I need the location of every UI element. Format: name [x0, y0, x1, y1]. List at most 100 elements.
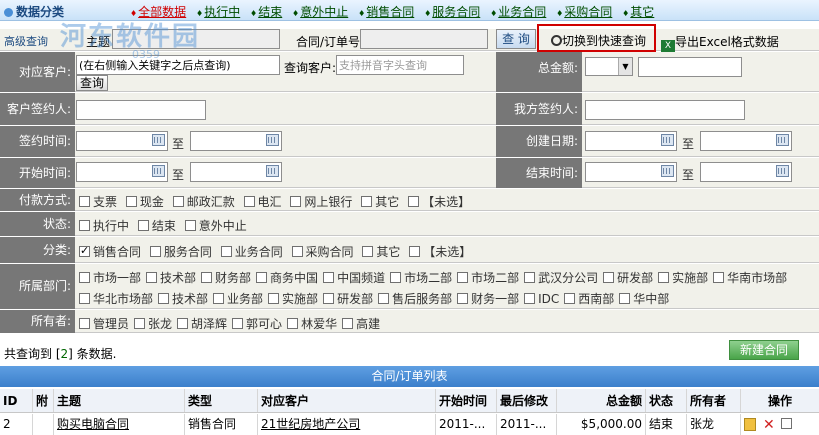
status-checkbox[interactable] — [79, 220, 90, 231]
edit-icon[interactable] — [744, 418, 756, 431]
department-checkbox[interactable] — [619, 293, 631, 304]
col-last-modified[interactable]: 最后修改 — [497, 389, 557, 412]
col-id[interactable]: ID — [0, 389, 33, 412]
start-date-from[interactable] — [76, 162, 168, 182]
payment-checkbox[interactable] — [243, 196, 255, 207]
payment-checkbox[interactable] — [79, 196, 90, 207]
category-checkbox[interactable] — [291, 246, 303, 257]
department-checkbox[interactable] — [564, 293, 576, 304]
department-option-label: 实施部 — [672, 271, 709, 285]
calendar-icon[interactable] — [776, 134, 789, 146]
query-customer-input[interactable] — [336, 55, 464, 75]
category-aborted[interactable]: 意外中止 — [292, 5, 348, 19]
department-checkbox[interactable] — [524, 293, 536, 304]
calendar-icon[interactable] — [661, 165, 674, 177]
owner-checkbox[interactable] — [79, 318, 90, 329]
payment-checkbox[interactable] — [290, 196, 302, 207]
department-checkbox[interactable] — [390, 272, 402, 283]
department-checkbox[interactable] — [323, 293, 335, 304]
category-other[interactable]: 其它 — [622, 5, 654, 19]
department-checkbox[interactable] — [79, 272, 90, 283]
category-checkbox[interactable] — [362, 246, 374, 257]
category-executing[interactable]: 执行中 — [196, 5, 240, 19]
order-no-input[interactable] — [360, 29, 488, 49]
created-date-to[interactable] — [700, 131, 792, 151]
department-checkbox[interactable] — [457, 293, 469, 304]
col-status[interactable]: 状态 — [646, 389, 687, 412]
end-date-from[interactable] — [585, 162, 677, 182]
amount-operator-select[interactable]: ▼ — [585, 57, 633, 76]
department-checkbox[interactable] — [713, 272, 725, 283]
sign-date-to[interactable] — [190, 131, 282, 151]
row-customer-link[interactable]: 21世纪房地产公司 — [261, 417, 360, 431]
category-checkbox[interactable] — [409, 246, 421, 257]
department-checkbox[interactable] — [268, 293, 280, 304]
department-checkbox[interactable] — [658, 272, 670, 283]
our-signer-input[interactable] — [585, 100, 745, 120]
payment-checkbox[interactable] — [172, 196, 184, 207]
calendar-icon[interactable] — [152, 134, 165, 146]
department-checkbox[interactable] — [201, 272, 213, 283]
created-date-from[interactable] — [585, 131, 677, 151]
owner-checkbox[interactable] — [232, 318, 244, 329]
payment-checkbox[interactable] — [361, 196, 373, 207]
category-checkbox[interactable] — [79, 244, 90, 257]
customer-input[interactable] — [76, 55, 280, 75]
col-amount[interactable]: 总金额 — [557, 389, 646, 412]
customer-query-button[interactable]: 查询 — [76, 75, 108, 91]
payment-checkbox[interactable] — [125, 196, 137, 207]
calendar-icon[interactable] — [266, 134, 279, 146]
col-attachment[interactable]: 附 — [33, 389, 54, 412]
new-contract-button[interactable]: 新建合同 — [729, 340, 799, 360]
delete-icon[interactable]: ✕ — [763, 415, 775, 435]
category-all[interactable]: 全部数据 — [130, 5, 186, 19]
department-checkbox[interactable] — [603, 272, 615, 283]
query-button[interactable]: 查 询 — [496, 29, 536, 49]
department-checkbox[interactable] — [158, 293, 170, 304]
category-checkbox[interactable] — [220, 246, 232, 257]
department-checkbox[interactable] — [146, 272, 158, 283]
category-finished[interactable]: 结束 — [250, 5, 282, 19]
row-subject-link[interactable]: 购买电脑合同 — [57, 417, 129, 431]
department-checkbox[interactable] — [323, 272, 335, 283]
owner-checkbox[interactable] — [287, 318, 299, 329]
category-business[interactable]: 业务合同 — [490, 5, 546, 19]
department-checkbox[interactable] — [378, 293, 390, 304]
col-customer[interactable]: 对应客户 — [258, 389, 436, 412]
client-signer-input[interactable] — [76, 100, 206, 120]
category-service[interactable]: 服务合同 — [424, 5, 480, 19]
calendar-icon[interactable] — [776, 165, 789, 177]
col-start-time[interactable]: 开始时间 — [436, 389, 497, 412]
department-checkbox[interactable] — [213, 293, 225, 304]
sign-date-from[interactable] — [76, 131, 168, 151]
owner-checkbox[interactable] — [177, 318, 189, 329]
subject-input[interactable] — [112, 29, 280, 49]
result-prefix: 共查询到 [ — [4, 347, 61, 361]
department-checkbox[interactable] — [524, 272, 536, 283]
status-checkbox[interactable] — [137, 220, 149, 231]
row-select-checkbox[interactable] — [781, 418, 792, 429]
owner-checkbox[interactable] — [342, 318, 354, 329]
calendar-icon[interactable] — [152, 165, 165, 177]
col-type[interactable]: 类型 — [185, 389, 258, 412]
status-checkbox[interactable] — [184, 220, 196, 231]
owner-checkbox[interactable] — [134, 318, 146, 329]
export-excel-link[interactable]: X 导出Excel格式数据 — [661, 33, 779, 53]
category-checkbox[interactable] — [149, 246, 161, 257]
category-purchase[interactable]: 采购合同 — [556, 5, 612, 19]
department-checkbox[interactable] — [79, 293, 90, 304]
calendar-icon[interactable] — [266, 165, 279, 177]
col-subject[interactable]: 主题 — [54, 389, 185, 412]
payment-checkbox[interactable] — [408, 196, 420, 207]
end-date-to[interactable] — [700, 162, 792, 182]
department-checkbox[interactable] — [256, 272, 268, 283]
category-sales[interactable]: 销售合同 — [358, 5, 414, 19]
result-suffix: ] 条数据. — [68, 347, 117, 361]
amount-input[interactable] — [638, 57, 742, 77]
start-date-to[interactable] — [190, 162, 282, 182]
col-owner[interactable]: 所有者 — [687, 389, 741, 412]
department-checkbox[interactable] — [457, 272, 469, 283]
order-no-label: 合同/订单号 — [296, 35, 361, 49]
calendar-icon[interactable] — [661, 134, 674, 146]
advanced-query-tab[interactable]: 高级查询 — [4, 33, 48, 49]
